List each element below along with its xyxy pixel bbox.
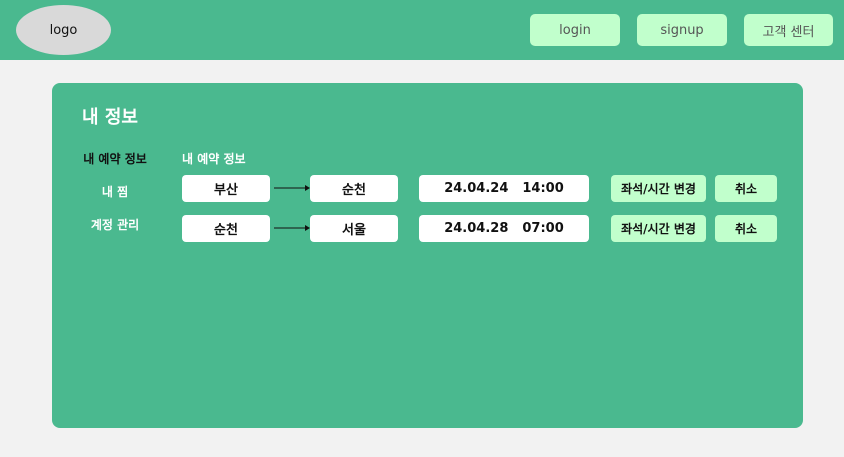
change-seat-time-button[interactable]: 좌석/시간 변경	[611, 215, 706, 242]
departure-date: 24.04.28	[444, 221, 509, 236]
arrival-station: 서울	[310, 215, 398, 242]
departure-datetime: 24.04.24 14:00	[419, 175, 589, 202]
departure-station: 부산	[182, 175, 270, 202]
cancel-reservation-button[interactable]: 취소	[715, 175, 777, 202]
departure-time: 14:00	[522, 181, 564, 196]
change-seat-time-button[interactable]: 좌석/시간 변경	[611, 175, 706, 202]
sidebar-item-my-reservations[interactable]: 내 예약 정보	[70, 150, 160, 167]
departure-time: 07:00	[522, 221, 564, 236]
reservation-row: 부산 순천 24.04.24 14:00 좌석/시간 변경 취소	[52, 175, 803, 202]
arrow-right-icon	[274, 185, 310, 191]
reservation-row: 순천 서울 24.04.28 07:00 좌석/시간 변경 취소	[52, 215, 803, 242]
page-title: 내 정보	[82, 107, 138, 128]
my-info-panel: 내 정보 내 예약 정보 내 찜 계정 관리 내 예약 정보 부산 순천 24.…	[52, 83, 803, 428]
arrival-station: 순천	[310, 175, 398, 202]
top-header: logo login signup 고객 센터	[0, 0, 844, 60]
signup-button[interactable]: signup	[637, 14, 727, 46]
arrow-right-icon	[274, 225, 310, 231]
departure-datetime: 24.04.28 07:00	[419, 215, 589, 242]
section-title: 내 예약 정보	[182, 152, 246, 166]
logo[interactable]: logo	[16, 5, 111, 55]
departure-station: 순천	[182, 215, 270, 242]
customer-center-button[interactable]: 고객 센터	[744, 14, 833, 46]
cancel-reservation-button[interactable]: 취소	[715, 215, 777, 242]
login-button[interactable]: login	[530, 14, 620, 46]
departure-date: 24.04.24	[444, 181, 509, 196]
